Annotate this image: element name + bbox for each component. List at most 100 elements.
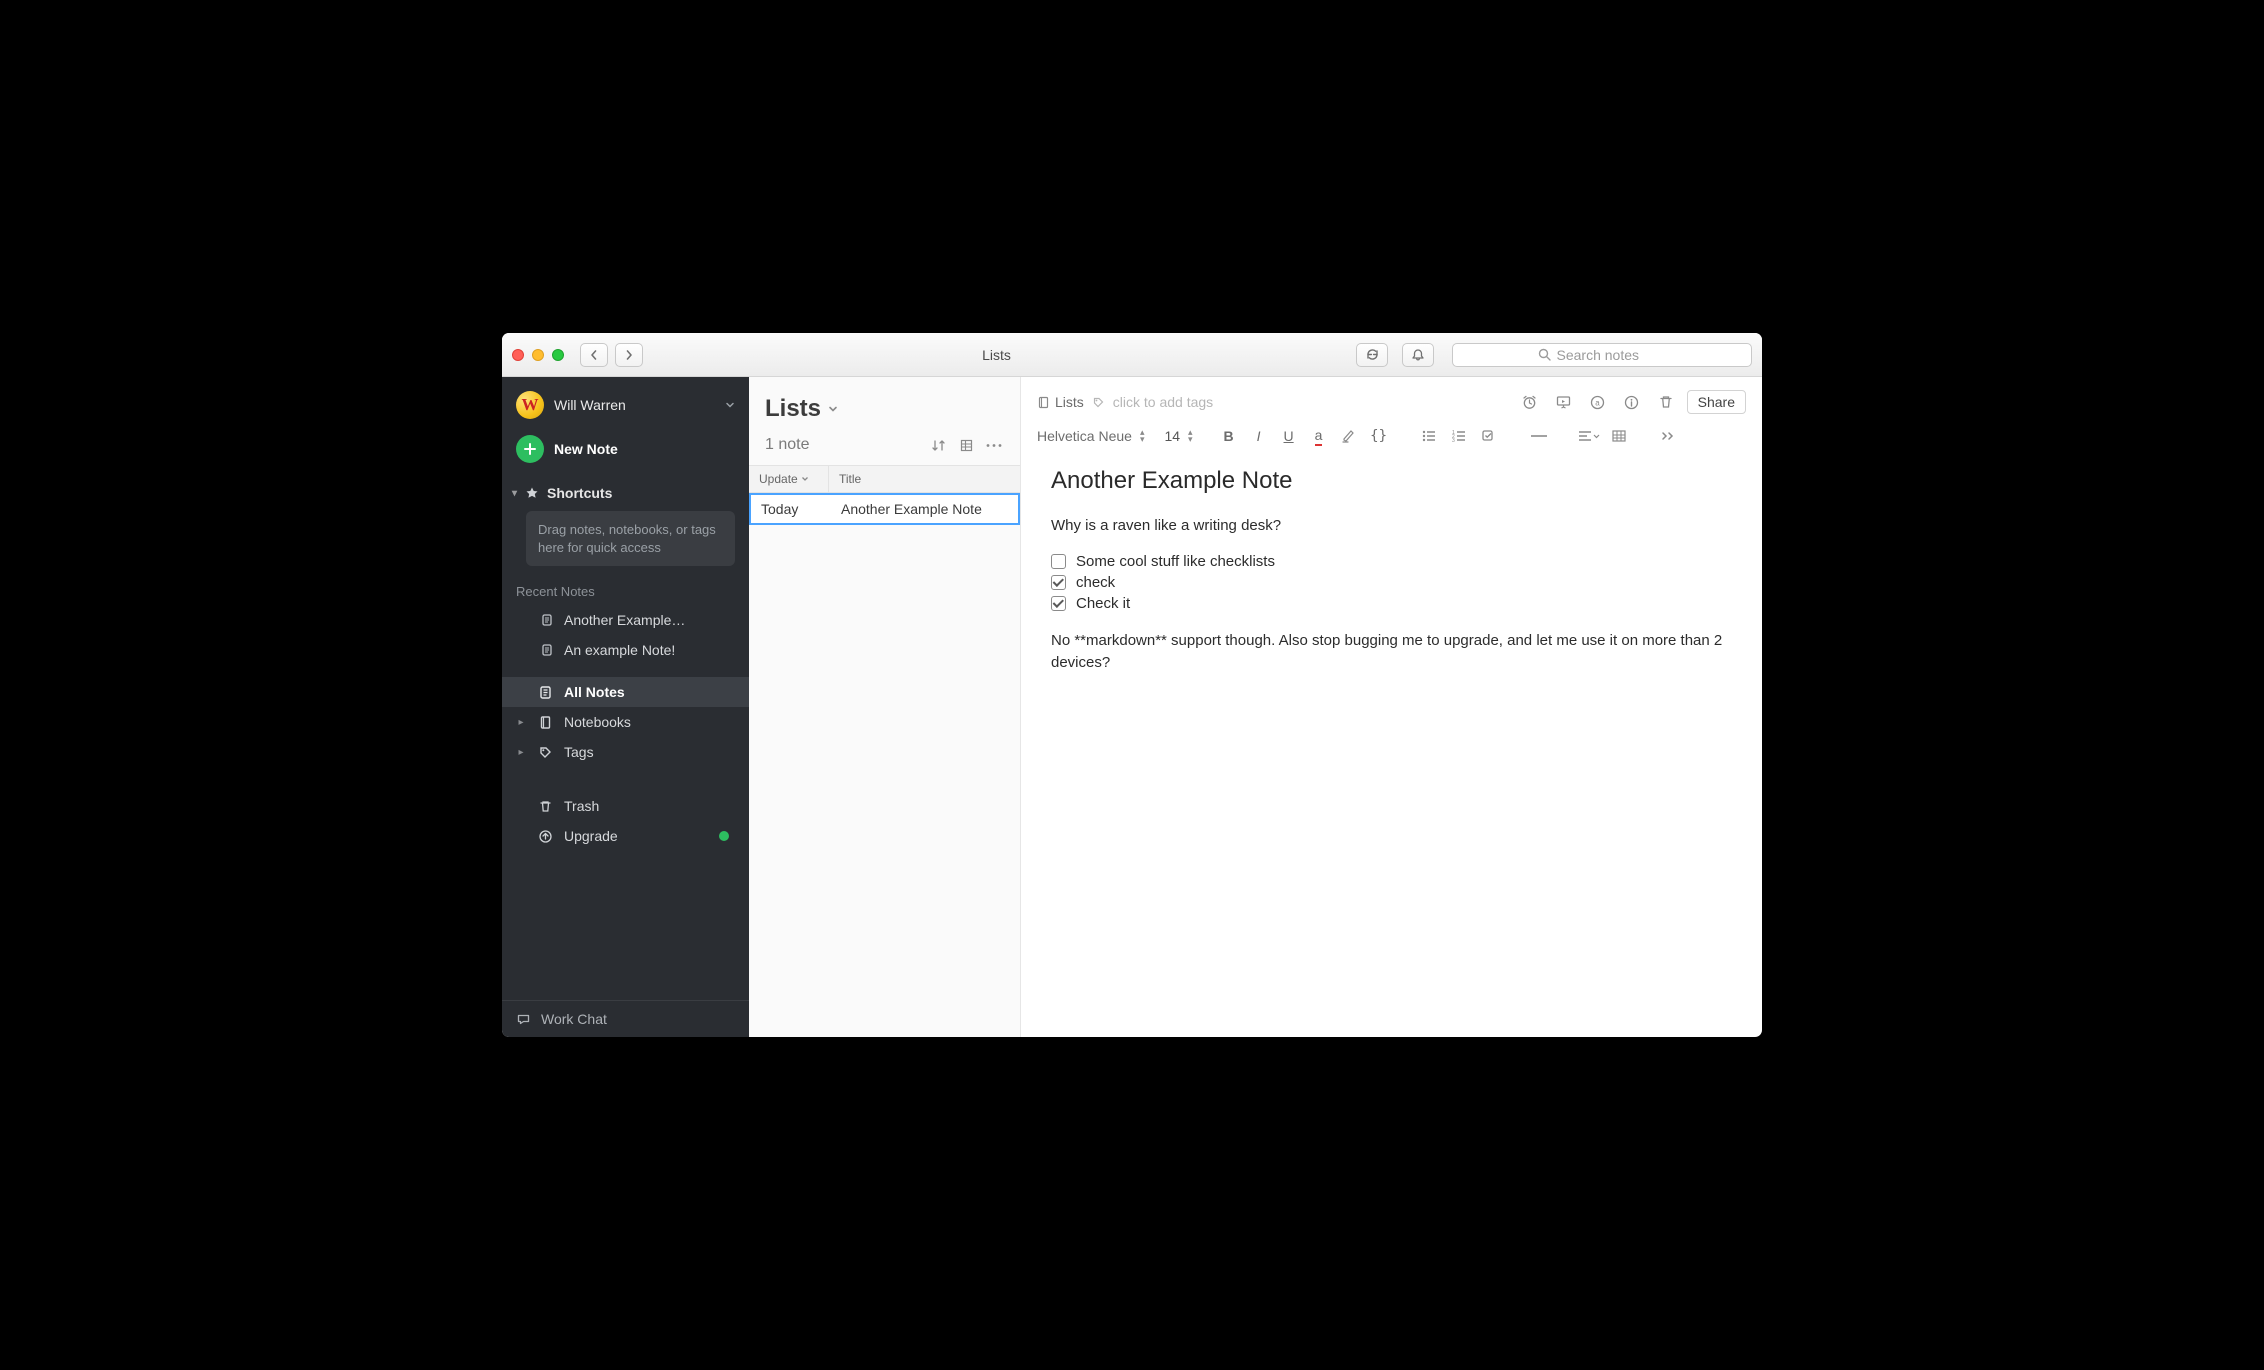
sidebar-section-shortcuts[interactable]: ▾ Shortcuts — [502, 479, 749, 507]
tag-icon — [536, 745, 554, 760]
search-input[interactable] — [1557, 347, 1667, 363]
text-color-icon: a — [1315, 427, 1323, 446]
note-body[interactable]: Another Example Note Why is a raven like… — [1021, 455, 1762, 719]
sort-button[interactable] — [926, 433, 950, 457]
notifications-button[interactable] — [1402, 343, 1434, 367]
align-button[interactable] — [1577, 425, 1601, 447]
bold-button[interactable]: B — [1217, 425, 1241, 447]
chevron-double-right-icon — [1661, 431, 1677, 441]
delete-note-button[interactable] — [1653, 389, 1679, 415]
upgrade-icon — [536, 829, 554, 844]
checklist-item[interactable]: check — [1051, 574, 1732, 591]
note-list-header: Update Title — [749, 465, 1020, 493]
col-header-title[interactable]: Title — [829, 466, 1020, 492]
hr-button[interactable] — [1527, 425, 1551, 447]
chat-icon — [516, 1012, 531, 1027]
checklist-item-label: Some cool stuff like checklists — [1076, 553, 1275, 570]
note-icon — [540, 643, 554, 657]
note-meta-bar: Lists click to add tags a Share — [1021, 377, 1762, 419]
code-icon: {} — [1370, 428, 1387, 444]
new-note-button[interactable]: New Note — [502, 419, 749, 479]
checklist-item-label: Check it — [1076, 595, 1130, 612]
more-format-button[interactable] — [1657, 425, 1681, 447]
font-family-stepper[interactable]: ▴▾ — [1140, 429, 1145, 443]
checklist-item[interactable]: Some cool stuff like checklists — [1051, 553, 1732, 570]
col-header-update[interactable]: Update — [749, 466, 829, 492]
checklist-button[interactable] — [1477, 425, 1501, 447]
tag-icon — [1092, 396, 1105, 409]
tag-crumb-icon — [1092, 396, 1105, 409]
list-view-icon — [959, 438, 974, 453]
italic-button[interactable]: I — [1247, 425, 1271, 447]
font-size-stepper[interactable]: ▴▾ — [1188, 429, 1193, 443]
app-window: Lists W Will Warren New Note — [502, 333, 1762, 1037]
checkbox[interactable] — [1051, 596, 1066, 611]
chevron-down-icon: ▾ — [512, 488, 517, 499]
bullet-list-button[interactable] — [1417, 425, 1441, 447]
trash-icon — [1658, 394, 1674, 410]
bullet-list-icon — [1421, 428, 1437, 444]
user-avatar: W — [516, 391, 544, 419]
list-more-button[interactable] — [982, 433, 1006, 457]
share-button[interactable]: Share — [1687, 390, 1746, 414]
sidebar-item-label: All Notes — [564, 684, 625, 700]
sidebar-item-tags[interactable]: ▸ Tags — [502, 737, 749, 767]
add-tags-field[interactable]: click to add tags — [1113, 394, 1213, 410]
info-icon — [1623, 394, 1640, 411]
table-button[interactable] — [1607, 425, 1631, 447]
note-paragraph[interactable]: Why is a raven like a writing desk? — [1051, 515, 1732, 537]
notebook-crumb[interactable]: Lists — [1037, 394, 1084, 410]
sidebar-item-notebooks[interactable]: ▸ Notebooks — [502, 707, 749, 737]
reminder-button[interactable] — [1517, 389, 1543, 415]
search-field[interactable] — [1452, 343, 1752, 367]
note-count: 1 note — [765, 436, 922, 454]
annotate-button[interactable]: a — [1585, 389, 1611, 415]
sidebar-item-trash[interactable]: Trash — [502, 791, 749, 821]
note-icon — [540, 613, 554, 627]
checklist-item[interactable]: Check it — [1051, 595, 1732, 612]
search-icon — [1538, 348, 1551, 361]
underline-icon: U — [1284, 428, 1294, 444]
highlight-button[interactable] — [1337, 425, 1361, 447]
format-toolbar: Helvetica Neue ▴▾ 14 ▴▾ B I U a {} 123 — [1021, 419, 1762, 455]
checkbox[interactable] — [1051, 554, 1066, 569]
bell-icon — [1411, 348, 1425, 362]
recent-note-item[interactable]: An example Note! — [502, 635, 749, 665]
note-paragraph[interactable]: No **markdown** support though. Also sto… — [1051, 630, 1732, 674]
code-block-button[interactable]: {} — [1367, 425, 1391, 447]
checkbox[interactable] — [1051, 575, 1066, 590]
zoom-window-button[interactable] — [552, 349, 564, 361]
view-button[interactable] — [954, 433, 978, 457]
sidebar-item-label: Notebooks — [564, 714, 631, 730]
underline-button[interactable]: U — [1277, 425, 1301, 447]
account-menu[interactable]: W Will Warren — [502, 377, 749, 419]
bold-icon: B — [1224, 428, 1234, 444]
notebook-icon — [536, 715, 554, 730]
trash-icon — [536, 799, 554, 814]
present-button[interactable] — [1551, 389, 1577, 415]
minimize-window-button[interactable] — [532, 349, 544, 361]
window-controls — [512, 349, 564, 361]
sidebar-item-all-notes[interactable]: All Notes — [502, 677, 749, 707]
text-color-button[interactable]: a — [1307, 425, 1331, 447]
nav-back-button[interactable] — [580, 343, 608, 367]
font-size-field[interactable]: 14 — [1164, 428, 1180, 444]
new-note-label: New Note — [554, 441, 618, 457]
recent-note-item[interactable]: Another Example… — [502, 605, 749, 635]
window-title: Lists — [651, 347, 1342, 363]
close-window-button[interactable] — [512, 349, 524, 361]
sidebar-item-label: Tags — [564, 744, 594, 760]
number-list-button[interactable]: 123 — [1447, 425, 1471, 447]
note-title[interactable]: Another Example Note — [1051, 467, 1732, 495]
nav-forward-button[interactable] — [615, 343, 643, 367]
sync-button[interactable] — [1356, 343, 1388, 367]
sidebar-item-work-chat[interactable]: Work Chat — [502, 1000, 749, 1037]
recent-note-label: An example Note! — [564, 642, 675, 658]
note-list-heading[interactable]: Lists — [765, 395, 1004, 423]
font-family-select[interactable]: Helvetica Neue — [1037, 428, 1132, 444]
sidebar-item-upgrade[interactable]: Upgrade — [502, 821, 749, 851]
chevron-left-icon — [589, 350, 599, 360]
note-list-row[interactable]: Today Another Example Note — [749, 493, 1020, 525]
highlight-icon — [1341, 428, 1357, 444]
note-info-button[interactable] — [1619, 389, 1645, 415]
